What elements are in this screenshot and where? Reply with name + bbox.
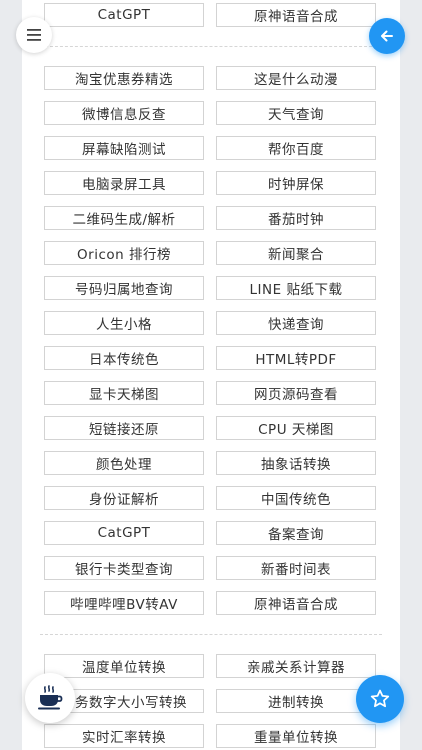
tool-button[interactable]: CPU 天梯图 bbox=[216, 416, 376, 440]
tool-button[interactable]: 短链接还原 bbox=[44, 416, 204, 440]
tool-button[interactable]: 帮你百度 bbox=[216, 136, 376, 160]
tool-button[interactable]: 号码归属地查询 bbox=[44, 276, 204, 300]
coffee-icon bbox=[38, 685, 63, 710]
tool-button[interactable]: 备案查询 bbox=[216, 521, 376, 545]
tool-button-genshin-voice-top[interactable]: 原神语音合成 bbox=[216, 3, 376, 27]
section-divider bbox=[40, 46, 382, 47]
tool-button[interactable]: LINE 贴纸下载 bbox=[216, 276, 376, 300]
tool-button[interactable]: 淘宝优惠券精选 bbox=[44, 66, 204, 90]
tool-button[interactable]: HTML转PDF bbox=[216, 346, 376, 370]
tool-button[interactable]: Oricon 排行榜 bbox=[44, 241, 204, 265]
tool-button-catgpt-top[interactable]: CatGPT bbox=[44, 3, 204, 27]
tool-button[interactable]: 天气查询 bbox=[216, 101, 376, 125]
tool-button[interactable]: 颜色处理 bbox=[44, 451, 204, 475]
tool-button[interactable]: 新闻聚合 bbox=[216, 241, 376, 265]
tool-button[interactable]: 电脑录屏工具 bbox=[44, 171, 204, 195]
converter-button[interactable]: 亲戚关系计算器 bbox=[216, 654, 376, 678]
tool-button[interactable]: 抽象话转换 bbox=[216, 451, 376, 475]
tool-button[interactable]: 网页源码查看 bbox=[216, 381, 376, 405]
converter-button[interactable]: 重量单位转换 bbox=[216, 724, 376, 748]
arrow-left-icon bbox=[381, 30, 393, 42]
back-button[interactable] bbox=[369, 18, 405, 54]
tool-button[interactable]: 身份证解析 bbox=[44, 486, 204, 510]
tool-button[interactable]: 新番时间表 bbox=[216, 556, 376, 580]
tool-button[interactable]: CatGPT bbox=[44, 521, 204, 545]
tool-button[interactable]: 原神语音合成 bbox=[216, 591, 376, 615]
favorite-button[interactable] bbox=[356, 675, 404, 723]
tool-button[interactable]: 哔哩哔哩BV转AV bbox=[44, 591, 204, 615]
tool-button[interactable]: 日本传统色 bbox=[44, 346, 204, 370]
tool-button[interactable]: 微博信息反查 bbox=[44, 101, 204, 125]
tool-button[interactable]: 中国传统色 bbox=[216, 486, 376, 510]
tool-button[interactable]: 时钟屏保 bbox=[216, 171, 376, 195]
converter-button[interactable]: 实时汇率转换 bbox=[44, 724, 204, 748]
menu-icon bbox=[27, 29, 41, 41]
tool-button[interactable]: 快递查询 bbox=[216, 311, 376, 335]
tool-button[interactable]: 显卡天梯图 bbox=[44, 381, 204, 405]
converter-button[interactable]: 进制转换 bbox=[216, 689, 376, 713]
tool-button[interactable]: 二维码生成/解析 bbox=[44, 206, 204, 230]
menu-button[interactable] bbox=[16, 17, 52, 53]
star-icon bbox=[370, 689, 390, 708]
converter-button[interactable]: 温度单位转换 bbox=[44, 654, 204, 678]
section-divider bbox=[40, 634, 382, 635]
tool-button[interactable]: 人生小格 bbox=[44, 311, 204, 335]
coffee-button[interactable] bbox=[25, 673, 75, 723]
tool-button[interactable]: 银行卡类型查询 bbox=[44, 556, 204, 580]
tool-button[interactable]: 这是什么动漫 bbox=[216, 66, 376, 90]
tool-panel: CatGPT 原神语音合成 淘宝优惠券精选 这是什么动漫 微博信息反查 天气查询 屏幕缺… bbox=[22, 0, 400, 750]
tool-button[interactable]: 屏幕缺陷测试 bbox=[44, 136, 204, 160]
tool-button[interactable]: 番茄时钟 bbox=[216, 206, 376, 230]
